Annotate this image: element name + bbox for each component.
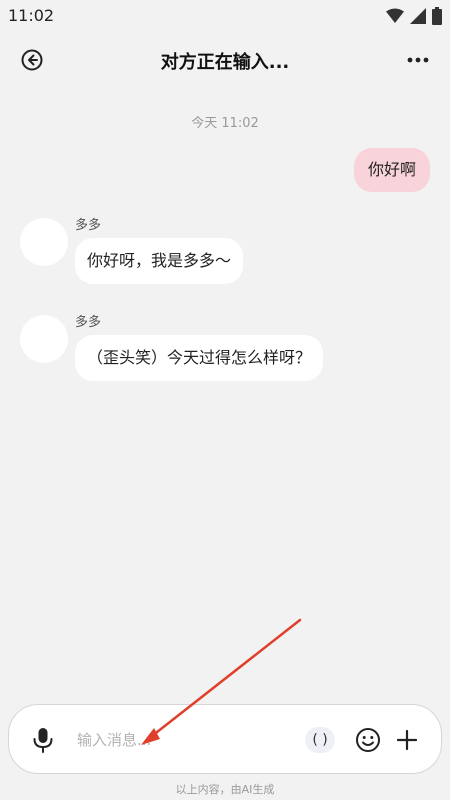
incoming-message: 多多 你好呀，我是多多～ xyxy=(20,218,420,288)
chat-title: 对方正在输入... xyxy=(160,52,290,73)
plus-icon xyxy=(396,729,418,751)
message-input-bar: ( ) xyxy=(8,704,442,774)
incoming-message: 多多 （歪头笑）今天过得怎么样呀？ xyxy=(20,315,420,385)
sender-name: 多多 xyxy=(75,315,102,330)
incoming-message-bubble[interactable]: （歪头笑）今天过得怎么样呀？ xyxy=(75,335,324,381)
sender-name: 多多 xyxy=(75,218,102,233)
ai-disclaimer: 以上内容，由AI生成 xyxy=(175,783,275,796)
outgoing-message-bubble[interactable]: 你好啊 xyxy=(353,148,430,192)
wifi-icon xyxy=(386,8,404,23)
chat-header: 对方正在输入... xyxy=(0,38,450,82)
message-input[interactable] xyxy=(77,725,277,755)
more-button[interactable] xyxy=(406,48,430,72)
chat-timestamp: 今天 11:02 xyxy=(191,116,259,131)
smiley-icon xyxy=(356,728,380,752)
chat-screen: 11:02 对方正在输入... 今天 11:02 你好啊 多多 你好呀，我是多多… xyxy=(0,0,450,800)
status-bar: 11:02 xyxy=(0,0,450,32)
status-icons xyxy=(386,7,442,25)
more-dots-icon xyxy=(407,57,429,63)
voice-input-button[interactable] xyxy=(31,727,55,753)
add-attachment-button[interactable] xyxy=(396,727,418,753)
avatar[interactable] xyxy=(20,315,68,363)
microphone-icon xyxy=(33,728,53,753)
bracket-action-button[interactable]: ( ) xyxy=(305,727,335,753)
battery-icon xyxy=(432,7,442,25)
emoji-button[interactable] xyxy=(355,727,381,753)
status-time: 11:02 xyxy=(8,6,55,25)
avatar[interactable] xyxy=(20,218,68,266)
incoming-message-bubble[interactable]: 你好呀，我是多多～ xyxy=(75,238,244,284)
signal-icon xyxy=(410,8,426,24)
